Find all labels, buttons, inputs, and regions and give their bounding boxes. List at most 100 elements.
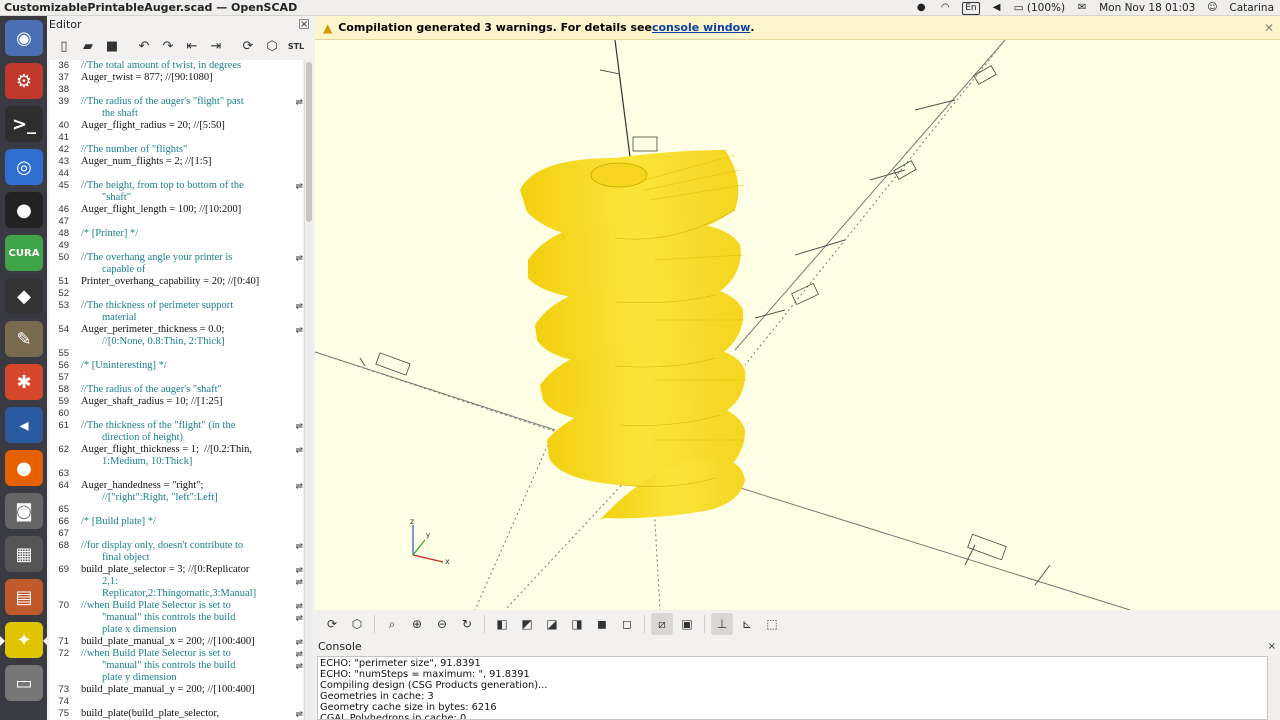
- code-line[interactable]: material: [49, 312, 303, 324]
- code-line[interactable]: 75 build_plate(build_plate_selector, ⇌: [49, 708, 303, 720]
- user-name[interactable]: Catarina: [1229, 2, 1274, 14]
- code-line[interactable]: //["right":Right, "left":Left]: [49, 492, 303, 504]
- code-line[interactable]: 1:Medium, 10:Thick]: [49, 456, 303, 468]
- preview-icon[interactable]: ⟳: [237, 35, 259, 57]
- code-line[interactable]: 50 //The overhang angle your printer is ⇌: [49, 252, 303, 264]
- view-left-icon[interactable]: ◨: [566, 613, 588, 635]
- code-line[interactable]: Replicator,2:Thingomatic,3:Manual]: [49, 588, 303, 600]
- code-line[interactable]: //[0:None, 0.8:Thin, 2:Thick]: [49, 336, 303, 348]
- accessibility-icon[interactable]: ☺: [1205, 1, 1219, 15]
- view-front-icon[interactable]: ◼: [591, 613, 613, 635]
- editor-scrollbar[interactable]: [304, 60, 313, 720]
- code-line[interactable]: plate x dimension: [49, 624, 303, 636]
- code-line[interactable]: 68 //for display only, doesn't contribute…: [49, 540, 303, 552]
- ubuntu-dash-icon[interactable]: ◉: [5, 20, 43, 56]
- editor-close-button[interactable]: ×: [299, 19, 309, 30]
- code-line[interactable]: 47: [49, 216, 303, 228]
- code-line[interactable]: 52: [49, 288, 303, 300]
- console-window-link[interactable]: console window: [652, 21, 750, 34]
- code-line[interactable]: 60: [49, 408, 303, 420]
- disk-drive-icon[interactable]: ▭: [5, 665, 43, 701]
- code-line[interactable]: 63: [49, 468, 303, 480]
- code-line[interactable]: 38: [49, 84, 303, 96]
- code-line[interactable]: final object: [49, 552, 303, 564]
- code-line[interactable]: 65: [49, 504, 303, 516]
- code-line[interactable]: 67: [49, 528, 303, 540]
- redo-icon[interactable]: ↷: [157, 35, 179, 57]
- code-line[interactable]: 62 Auger_flight_thickness = 1; //[0.2:Thi…: [49, 444, 303, 456]
- code-line[interactable]: 37 Auger_twist = 877; //[90:1080]: [49, 72, 303, 84]
- console-scrollbar[interactable]: [1268, 656, 1280, 720]
- export-stl-icon[interactable]: STL: [285, 35, 307, 57]
- view-bottom-icon[interactable]: ◪: [541, 613, 563, 635]
- code-line[interactable]: 51 Printer_overhang_capability = 20; //[0…: [49, 276, 303, 288]
- code-line[interactable]: "manual" this controls the build ⇌: [49, 612, 303, 624]
- show-axes-icon[interactable]: ⊥: [711, 613, 733, 635]
- code-line[interactable]: 54 Auger_perimeter_thickness = 0.0; ⇌: [49, 324, 303, 336]
- code-line[interactable]: capable of: [49, 264, 303, 276]
- code-line[interactable]: 48 /* [Printer] */: [49, 228, 303, 240]
- code-line[interactable]: 44: [49, 168, 303, 180]
- code-line[interactable]: 2,1: ⇌: [49, 576, 303, 588]
- obs-icon[interactable]: ●: [5, 192, 43, 228]
- new-file-icon[interactable]: ▯: [53, 35, 75, 57]
- zoom-out-icon[interactable]: ⊖: [431, 613, 453, 635]
- code-line[interactable]: 69 build_plate_selector = 3; //[0:Replica…: [49, 564, 303, 576]
- code-line[interactable]: 74: [49, 696, 303, 708]
- code-editor[interactable]: 36 //The total amount of twist, in degree…: [49, 60, 303, 720]
- inkscape-icon[interactable]: ◆: [5, 278, 43, 314]
- view-all-icon[interactable]: ⌕: [381, 613, 403, 635]
- code-line[interactable]: 53 //The thickness of perimeter support ⇌: [49, 300, 303, 312]
- console-output[interactable]: ECHO: "perimeter size", 91.8391 ECHO: "nu…: [317, 656, 1268, 720]
- indent-icon[interactable]: ⇥: [205, 35, 227, 57]
- camera-icon[interactable]: ◙: [5, 493, 43, 529]
- calculator-icon[interactable]: ▦: [5, 536, 43, 572]
- code-line[interactable]: direction of height): [49, 432, 303, 444]
- battery-indicator[interactable]: ▭ (100%): [1014, 2, 1065, 14]
- code-line[interactable]: 36 //The total amount of twist, in degree…: [49, 60, 303, 72]
- render-view-icon[interactable]: ⬡: [346, 613, 368, 635]
- chromium-icon[interactable]: ◎: [5, 149, 43, 185]
- code-line[interactable]: "shaft": [49, 192, 303, 204]
- gimp-icon[interactable]: ✎: [5, 321, 43, 357]
- code-line[interactable]: 43 Auger_num_flights = 2; //[1:5]: [49, 156, 303, 168]
- open-file-icon[interactable]: ▰: [77, 35, 99, 57]
- code-line[interactable]: 40 Auger_flight_radius = 20; //[5:50]: [49, 120, 303, 132]
- orthogonal-icon[interactable]: ▣: [676, 613, 698, 635]
- vscode-icon[interactable]: ◂: [5, 407, 43, 443]
- reset-view-icon[interactable]: ↻: [456, 613, 478, 635]
- code-line[interactable]: 72 //when Build Plate Selector is set to ⇌: [49, 648, 303, 660]
- console-close-icon[interactable]: ×: [1268, 641, 1276, 652]
- code-line[interactable]: 57: [49, 372, 303, 384]
- unindent-icon[interactable]: ⇤: [181, 35, 203, 57]
- preview-view-icon[interactable]: ⟳: [321, 613, 343, 635]
- openscad-icon[interactable]: ✦: [0, 622, 48, 658]
- show-edges-icon[interactable]: ⬚: [761, 613, 783, 635]
- files-drawer-icon[interactable]: ▤: [5, 579, 43, 615]
- wifi-icon[interactable]: ◠: [938, 1, 952, 15]
- code-line[interactable]: 56 /* [Uninteresting] */: [49, 360, 303, 372]
- code-line[interactable]: 49: [49, 240, 303, 252]
- code-line[interactable]: 45 //The height, from top to bottom of th…: [49, 180, 303, 192]
- settings-gear-icon[interactable]: ✱: [5, 364, 43, 400]
- cura-icon[interactable]: CURA: [5, 235, 43, 271]
- view-back-icon[interactable]: ◻: [616, 613, 638, 635]
- undo-icon[interactable]: ↶: [133, 35, 155, 57]
- code-line[interactable]: 58 //The radius of the auger's "shaft": [49, 384, 303, 396]
- warning-close-icon[interactable]: ✕: [1264, 21, 1274, 35]
- save-file-icon[interactable]: ■: [101, 35, 123, 57]
- code-line[interactable]: the shaft: [49, 108, 303, 120]
- volume-icon[interactable]: ◀: [990, 1, 1004, 15]
- code-line[interactable]: "manual" this controls the build ⇌: [49, 660, 303, 672]
- perspective-icon[interactable]: ⧄: [651, 613, 673, 635]
- code-line[interactable]: 73 build_plate_manual_y = 200; //[100:400…: [49, 684, 303, 696]
- code-line[interactable]: 59 Auger_shaft_radius = 10; //[1:25]: [49, 396, 303, 408]
- code-line[interactable]: plate y dimension: [49, 672, 303, 684]
- keyboard-layout-indicator[interactable]: En: [962, 1, 980, 15]
- code-line[interactable]: 39 //The radius of the auger's "flight" p…: [49, 96, 303, 108]
- clock[interactable]: Mon Nov 18 01:03: [1099, 2, 1195, 14]
- zoom-in-icon[interactable]: ⊕: [406, 613, 428, 635]
- firefox-icon[interactable]: ●: [5, 450, 43, 486]
- mail-icon[interactable]: ✉: [1075, 1, 1089, 15]
- code-line[interactable]: 41: [49, 132, 303, 144]
